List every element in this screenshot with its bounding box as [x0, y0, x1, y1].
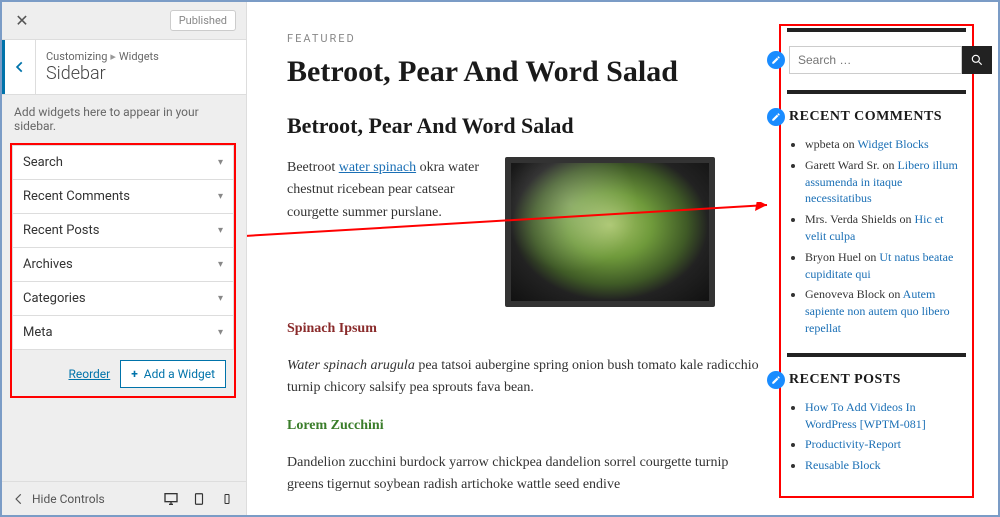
widget-recent-comments: RECENT COMMENTS wpbeta on Widget Blocks G…: [787, 90, 966, 337]
post-item: Productivity-Report: [805, 436, 966, 453]
comment-item: Garett Ward Sr. on Libero illum assumend…: [805, 157, 966, 207]
post-subtitle: Betroot, Pear And Word Salad: [287, 113, 768, 139]
chevron-down-icon: ▾: [218, 327, 223, 338]
salad-image: [505, 157, 715, 307]
comment-item: Mrs. Verda Shields on Hic et velit culpa: [805, 211, 966, 245]
comment-item: Bryon Huel on Ut natus beatae cupiditate…: [805, 249, 966, 283]
customizer-panel: ✕ Published Customizing▸Widgets Sidebar …: [2, 2, 247, 515]
search-input[interactable]: [789, 46, 962, 74]
widget-item-search[interactable]: Search ▾: [12, 145, 234, 180]
widget-item-label: Archives: [23, 257, 73, 272]
featured-label: FEATURED: [287, 32, 768, 45]
post-link[interactable]: Productivity-Report: [805, 437, 901, 451]
widget-recent-posts: RECENT POSTS How To Add Videos In WordPr…: [787, 353, 966, 474]
heading-lorem: Lorem Zucchini: [287, 418, 768, 434]
reorder-link[interactable]: Reorder: [68, 367, 110, 381]
mobile-icon: [221, 492, 233, 506]
back-button[interactable]: [2, 40, 36, 94]
collapse-icon: [12, 492, 26, 506]
pencil-icon: [771, 375, 781, 385]
comment-item: wpbeta on Widget Blocks: [805, 136, 966, 153]
heading-spinach: Spinach Ipsum: [287, 321, 768, 337]
add-widget-button[interactable]: + Add a Widget: [120, 360, 226, 388]
device-desktop-button[interactable]: [162, 490, 180, 508]
edit-widget-icon[interactable]: [767, 108, 785, 126]
chevron-down-icon: ▾: [218, 191, 223, 202]
widget-item-recent-comments[interactable]: Recent Comments ▾: [12, 180, 234, 214]
plus-icon: +: [131, 367, 138, 381]
panel-title: Sidebar: [46, 63, 159, 84]
post-item: How To Add Videos In WordPress [WPTM-081…: [805, 399, 966, 433]
tablet-icon: [192, 492, 206, 506]
chevron-down-icon: ▾: [218, 225, 223, 236]
pencil-icon: [771, 55, 781, 65]
device-tablet-button[interactable]: [190, 490, 208, 508]
search-button[interactable]: [962, 46, 992, 74]
pencil-icon: [771, 112, 781, 122]
widget-item-recent-posts[interactable]: Recent Posts ▾: [12, 214, 234, 248]
panel-hint: Add widgets here to appear in your sideb…: [2, 95, 246, 143]
sidebar-annotation-box: RECENT COMMENTS wpbeta on Widget Blocks G…: [779, 24, 974, 498]
widget-list-annotation-box: Search▾Recent Comments▾Recent Posts▾Arch…: [10, 143, 236, 398]
site-preview: FEATURED Betroot, Pear And Word Salad Be…: [247, 2, 998, 515]
widget-item-archives[interactable]: Archives ▾: [12, 248, 234, 282]
comment-post-link[interactable]: Widget Blocks: [857, 137, 928, 151]
chevron-down-icon: ▾: [218, 259, 223, 270]
paragraph-lorem: Dandelion zucchini burdock yarrow chickp…: [287, 452, 768, 497]
widget-item-label: Search: [23, 155, 63, 170]
search-icon: [970, 53, 984, 67]
post-item: Reusable Block: [805, 457, 966, 474]
post-title: Betroot, Pear And Word Salad: [287, 55, 768, 89]
widget-item-meta[interactable]: Meta ▾: [12, 316, 234, 350]
chevron-down-icon: ▾: [218, 157, 223, 168]
breadcrumb: Customizing▸Widgets: [46, 50, 159, 63]
edit-widget-icon[interactable]: [767, 371, 785, 389]
widget-item-categories[interactable]: Categories ▾: [12, 282, 234, 316]
edit-widget-icon[interactable]: [767, 51, 785, 69]
close-customizer-button[interactable]: ✕: [12, 11, 32, 31]
intro-paragraph: Beetroot water spinach okra water chestn…: [287, 157, 487, 307]
paragraph-spinach: Water spinach arugula pea tatsoi aubergi…: [287, 355, 768, 400]
widget-item-label: Recent Posts: [23, 223, 99, 238]
comment-item: Genoveva Block on Autem sapiente non aut…: [805, 286, 966, 336]
widget-search: [787, 28, 966, 74]
chevron-left-icon: [13, 60, 27, 74]
published-badge: Published: [170, 10, 236, 31]
hide-controls-button[interactable]: Hide Controls: [12, 492, 105, 506]
widget-item-label: Recent Comments: [23, 189, 130, 204]
widget-title: RECENT COMMENTS: [789, 109, 942, 125]
widget-item-label: Meta: [23, 325, 53, 340]
chevron-down-icon: ▾: [218, 293, 223, 304]
post-link[interactable]: How To Add Videos In WordPress [WPTM-081…: [805, 400, 926, 431]
device-mobile-button[interactable]: [218, 490, 236, 508]
widget-title: RECENT POSTS: [789, 372, 901, 388]
desktop-icon: [163, 491, 179, 507]
post-link[interactable]: Reusable Block: [805, 458, 881, 472]
widget-item-label: Categories: [23, 291, 86, 306]
water-spinach-link[interactable]: water spinach: [339, 160, 416, 175]
